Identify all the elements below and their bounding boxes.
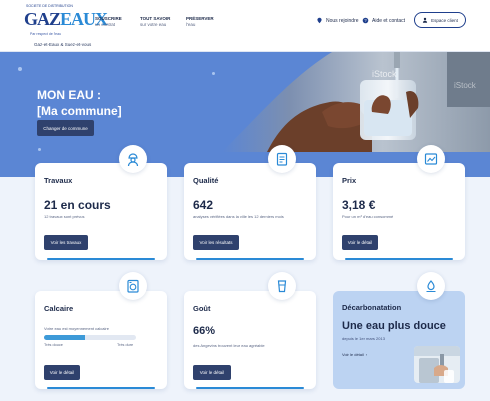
qualite-button[interactable]: Voir les résultats — [193, 235, 239, 250]
watermark-text: iStock — [454, 81, 477, 90]
badge-gout — [268, 272, 296, 300]
card-value: 66% — [193, 325, 216, 337]
glass-icon — [277, 280, 287, 293]
card-title: Prix — [342, 176, 357, 185]
hardness-bar — [44, 335, 136, 340]
card-travaux: Travaux 21 en cours 12 travaux sont prév… — [35, 163, 167, 260]
card-accent-line — [196, 387, 304, 389]
card-title: Travaux — [44, 176, 73, 185]
hardness-fill — [44, 335, 86, 340]
badge-calcaire — [119, 272, 147, 300]
nav-tout-savoir[interactable]: TOUT SAVOIR sur votre eau — [140, 16, 170, 27]
card-headline: Une eau plus douce — [342, 320, 446, 332]
help-icon: ? — [362, 17, 369, 24]
watermark-text: iStock — [372, 69, 397, 79]
pin-icon — [317, 17, 322, 24]
water-drops-icon — [426, 280, 436, 292]
logo[interactable]: SOCIETE DE DISTRIBUTION GAZEAUX Par resp… — [24, 4, 108, 38]
scale-max-label: Très dure — [117, 343, 134, 347]
decarbonatation-photo — [414, 346, 460, 383]
card-value: 642 — [193, 198, 214, 212]
card-accent-line — [47, 387, 155, 389]
decor-dot — [18, 67, 22, 71]
hero-title: MON EAU : [Ma commune] — [37, 88, 122, 119]
card-qualite: Qualité 642 analyses vérifiées dans la v… — [184, 163, 316, 260]
card-title: Calcaire — [44, 304, 74, 313]
gout-button[interactable]: Voir le détail — [193, 365, 231, 380]
card-title: Goût — [193, 304, 211, 313]
card-value: 21 en cours — [44, 198, 111, 212]
card-description: 12 travaux sont prévus — [44, 214, 85, 219]
decarbonatation-link[interactable]: Voir le détail › — [342, 352, 367, 357]
account-button[interactable]: Espace client — [414, 12, 466, 28]
scale-min-label: Très douce — [44, 343, 63, 347]
washing-machine-icon — [127, 279, 139, 293]
logo-subtitle: Par respect de l'eau — [30, 32, 62, 36]
badge-qualite — [268, 145, 296, 173]
card-decarbonatation: Décarbonatation Une eau plus douce depui… — [333, 291, 465, 389]
tagline: Gaz-et-Eaux & Suez-et-vous — [34, 42, 92, 47]
card-title: Qualité — [193, 176, 219, 185]
card-accent-line — [196, 258, 304, 260]
card-accent-line — [47, 258, 155, 260]
prix-button[interactable]: Voir le détail — [342, 235, 378, 250]
logo-top-text: SOCIETE DE DISTRIBUTION — [26, 4, 73, 8]
hero-water-photo: iStock iStock — [222, 52, 490, 152]
card-gout: Goût 66% des Angevins trouvent leur eau … — [184, 291, 316, 389]
clipboard-icon — [276, 152, 288, 166]
arrow-right-icon: › — [365, 352, 368, 357]
util-link-recruitment[interactable]: Nous rejoindre — [316, 17, 359, 24]
site-header: SOCIETE DE DISTRIBUTION GAZEAUX Par resp… — [0, 0, 490, 52]
nav-preserver[interactable]: PRÉSERVER l'eau — [186, 16, 214, 27]
card-calcaire: Calcaire Votre eau est moyennement calca… — [35, 291, 167, 389]
util-link-help[interactable]: ? Aide et contact — [362, 17, 405, 24]
badge-decarbonatation — [417, 272, 445, 300]
worker-icon — [127, 153, 139, 167]
decor-dot — [212, 72, 215, 75]
user-icon — [423, 17, 428, 23]
card-description: Votre eau est moyennement calcaire — [44, 326, 109, 331]
card-description: des Angevins trouvent leur eau agréable — [193, 343, 265, 348]
card-accent-line — [345, 258, 453, 260]
calcaire-button[interactable]: Voir le détail — [44, 365, 80, 380]
nav-souscrire[interactable]: SOUSCRIRE un contrat — [95, 16, 122, 27]
badge-travaux — [119, 145, 147, 173]
chart-icon — [424, 153, 438, 165]
card-description: analyses vérifiées dans la ville les 12 … — [193, 214, 284, 219]
change-commune-button[interactable]: Changer de commune — [37, 120, 94, 136]
card-value: 3,18 € — [342, 198, 376, 212]
card-prix: Prix 3,18 € Pour un m³ d'eau consommé Vo… — [333, 163, 465, 260]
card-description: depuis le 1er mars 2013 — [342, 336, 385, 341]
travaux-button[interactable]: Voir les travaux — [44, 235, 88, 250]
card-description: Pour un m³ d'eau consommé — [342, 214, 394, 219]
card-title: Décarbonatation — [342, 303, 402, 312]
badge-prix — [417, 145, 445, 173]
decor-dot — [38, 148, 41, 151]
